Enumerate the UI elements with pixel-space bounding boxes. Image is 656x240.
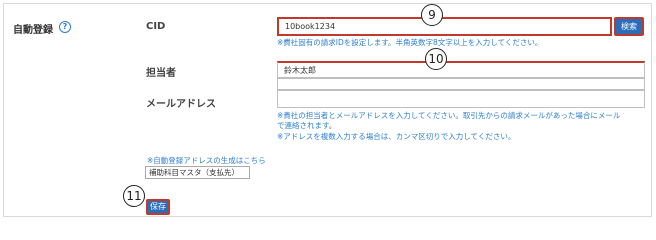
save-button[interactable]: 保存 bbox=[146, 199, 170, 215]
contact-note-2: で連絡されます。 bbox=[277, 121, 337, 130]
auto-address-link[interactable]: ※自動登録アドレスの生成はこちら bbox=[147, 155, 266, 166]
help-icon[interactable]: ? bbox=[59, 21, 71, 33]
person-label: 担当者 bbox=[146, 68, 176, 79]
cid-note: ※費社固有の請求IDを設定します。半角英数字8文字以上を入力してください。 bbox=[277, 38, 543, 47]
cid-label: CID bbox=[146, 21, 166, 32]
contact-note-3: ※アドレスを複数入力する場合は、カンマ区切りで入力してください。 bbox=[277, 132, 516, 141]
search-button[interactable]: 検索 bbox=[614, 17, 644, 36]
person-input[interactable] bbox=[277, 61, 645, 78]
callout-badge-11: 11 bbox=[123, 185, 145, 207]
person-extra-input[interactable] bbox=[277, 78, 645, 90]
email-label: メールアドレス bbox=[146, 99, 216, 110]
callout-badge-10: 10 bbox=[425, 48, 447, 70]
contact-note-1: ※貴社の担当者とメールアドレスを入力してください。取引先からの請求メールがあった… bbox=[277, 111, 621, 120]
email-input[interactable] bbox=[277, 90, 645, 108]
subaccount-select[interactable]: 補助科目マスタ（支払先） bbox=[145, 166, 250, 179]
section-label: 自動登録 bbox=[13, 25, 53, 36]
cid-input[interactable] bbox=[277, 17, 612, 36]
callout-badge-9: 9 bbox=[421, 4, 443, 26]
